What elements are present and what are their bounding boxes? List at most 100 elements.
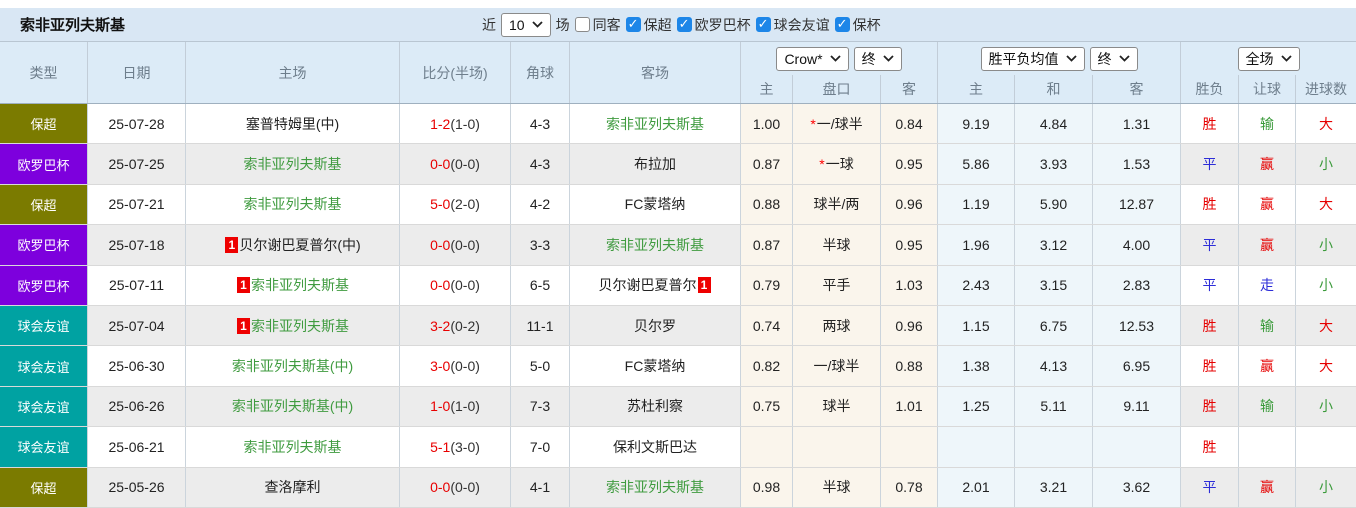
away-team: FC蒙塔纳 <box>570 346 741 385</box>
odds-home: 0.75 <box>741 387 793 426</box>
header-type: 类型 <box>0 42 88 103</box>
subheader-avg-draw: 和 <box>1015 75 1093 103</box>
subheader-goals: 进球数 <box>1296 75 1356 103</box>
team-name: 贝尔谢巴夏普尔 <box>599 275 697 295</box>
odds-time-select[interactable]: 终 <box>854 47 902 71</box>
odds-company-select[interactable]: Crow* <box>776 47 848 71</box>
full-time-score: 3-0 <box>430 358 450 374</box>
competition-type-badge: 欧罗巴杯 <box>0 144 88 183</box>
team-name: 索非亚列夫斯基 <box>251 275 349 295</box>
result-goals: 大 <box>1296 104 1356 143</box>
result-goals: 大 <box>1296 346 1356 385</box>
odds-time-value: 终 <box>862 49 876 69</box>
full-time-score: 0-0 <box>430 277 450 293</box>
avg-home-odds: 1.25 <box>938 387 1015 426</box>
home-team: 查洛摩利 <box>186 468 400 507</box>
recent-suffix-label: 场 <box>556 15 570 35</box>
team-name: 索非亚列夫斯基 <box>606 235 704 255</box>
odds-away: 1.01 <box>881 387 938 426</box>
match-date: 25-06-26 <box>88 387 186 426</box>
checkbox-same-away[interactable] <box>575 17 590 32</box>
away-team: 索非亚列夫斯基 <box>570 225 741 264</box>
full-time-score: 1-0 <box>430 398 450 414</box>
avg-home-odds: 2.43 <box>938 266 1015 305</box>
table-row: 保超 25-05-26 查洛摩利 0-0(0-0) 4-1 索非亚列夫斯基 0.… <box>0 468 1356 508</box>
score-cell: 5-0(2-0) <box>400 185 511 224</box>
match-date: 25-07-25 <box>88 144 186 183</box>
recent-count-select[interactable]: 10 <box>501 13 551 37</box>
filter-europa[interactable]: 欧罗巴杯 <box>677 15 751 35</box>
avg-away-odds: 3.62 <box>1093 468 1181 507</box>
competition-type-badge: 球会友谊 <box>0 427 88 466</box>
corner-count: 4-1 <box>511 468 570 507</box>
avg-draw-odds <box>1015 427 1093 466</box>
chevron-down-icon <box>1119 55 1130 62</box>
match-date: 25-07-21 <box>88 185 186 224</box>
filter-label: 同客 <box>593 15 621 35</box>
period-value: 全场 <box>1246 49 1274 69</box>
filter-baochao[interactable]: 保超 <box>626 15 672 35</box>
handicap-text: 球半 <box>823 396 851 416</box>
checkbox-baochao[interactable] <box>626 17 641 32</box>
odds-company-value: Crow* <box>784 51 822 67</box>
result-handicap: 走 <box>1239 266 1296 305</box>
team-name: 索非亚列夫斯基 <box>244 154 342 174</box>
result-handicap: 赢 <box>1239 225 1296 264</box>
avg-home-odds: 2.01 <box>938 468 1015 507</box>
result-win-draw-loss: 胜 <box>1181 185 1239 224</box>
score-cell: 0-0(0-0) <box>400 266 511 305</box>
result-win-draw-loss: 胜 <box>1181 387 1239 426</box>
checkbox-baobei[interactable] <box>835 17 850 32</box>
odds-away: 0.78 <box>881 468 938 507</box>
chevron-down-icon <box>1281 55 1292 62</box>
recent-label: 近 <box>482 15 496 35</box>
result-goals: 小 <box>1296 144 1356 183</box>
full-time-score: 5-0 <box>430 196 450 212</box>
match-date: 25-07-28 <box>88 104 186 143</box>
avg-odds-select[interactable]: 胜平负均值 <box>981 47 1085 71</box>
table-row: 欧罗巴杯 25-07-18 1贝尔谢巴夏普尔(中) 0-0(0-0) 3-3 索… <box>0 225 1356 265</box>
corner-count: 11-1 <box>511 306 570 345</box>
corner-count: 4-3 <box>511 144 570 183</box>
period-select[interactable]: 全场 <box>1238 47 1300 71</box>
subheader-handicap: 盘口 <box>793 75 881 103</box>
odds-handicap: 两球 <box>793 306 881 345</box>
filter-same-away[interactable]: 同客 <box>575 15 621 35</box>
team-name: 塞普特姆里(中) <box>246 114 339 134</box>
avg-away-odds: 9.11 <box>1093 387 1181 426</box>
corner-count: 7-3 <box>511 387 570 426</box>
avg-draw-odds: 6.75 <box>1015 306 1093 345</box>
half-time-score: (1-0) <box>450 398 480 414</box>
half-time-score: (0-0) <box>450 358 480 374</box>
odds-away: 0.96 <box>881 185 938 224</box>
team-name: 索非亚列夫斯基 <box>606 114 704 134</box>
filter-label: 保超 <box>644 15 672 35</box>
checkbox-friendly[interactable] <box>756 17 771 32</box>
half-time-score: (0-0) <box>450 277 480 293</box>
result-handicap: 赢 <box>1239 468 1296 507</box>
top-margin <box>0 0 1356 8</box>
corner-count: 7-0 <box>511 427 570 466</box>
team-name: 贝尔罗 <box>634 316 676 336</box>
filter-baobei[interactable]: 保杯 <box>835 15 881 35</box>
avg-draw-odds: 5.90 <box>1015 185 1093 224</box>
filter-friendly[interactable]: 球会友谊 <box>756 15 830 35</box>
odds-away: 0.96 <box>881 306 938 345</box>
odds-handicap: 一/球半 <box>793 346 881 385</box>
match-date: 25-06-30 <box>88 346 186 385</box>
header-away: 客场 <box>570 42 741 103</box>
handicap-text: 半球 <box>823 477 851 497</box>
home-team: 索非亚列夫斯基(中) <box>186 346 400 385</box>
odds-company-group: Crow* 终 <box>741 42 938 75</box>
avg-draw-odds: 3.15 <box>1015 266 1093 305</box>
handicap-text: 两球 <box>823 316 851 336</box>
avg-draw-odds: 4.84 <box>1015 104 1093 143</box>
checkbox-europa[interactable] <box>677 17 692 32</box>
avg-time-select[interactable]: 终 <box>1090 47 1138 71</box>
corner-count: 4-2 <box>511 185 570 224</box>
recent-count-value: 10 <box>509 17 525 33</box>
match-date: 25-07-18 <box>88 225 186 264</box>
team-name: 贝尔谢巴夏普尔(中) <box>239 235 360 255</box>
score-cell: 0-0(0-0) <box>400 225 511 264</box>
competition-type-badge: 欧罗巴杯 <box>0 266 88 305</box>
